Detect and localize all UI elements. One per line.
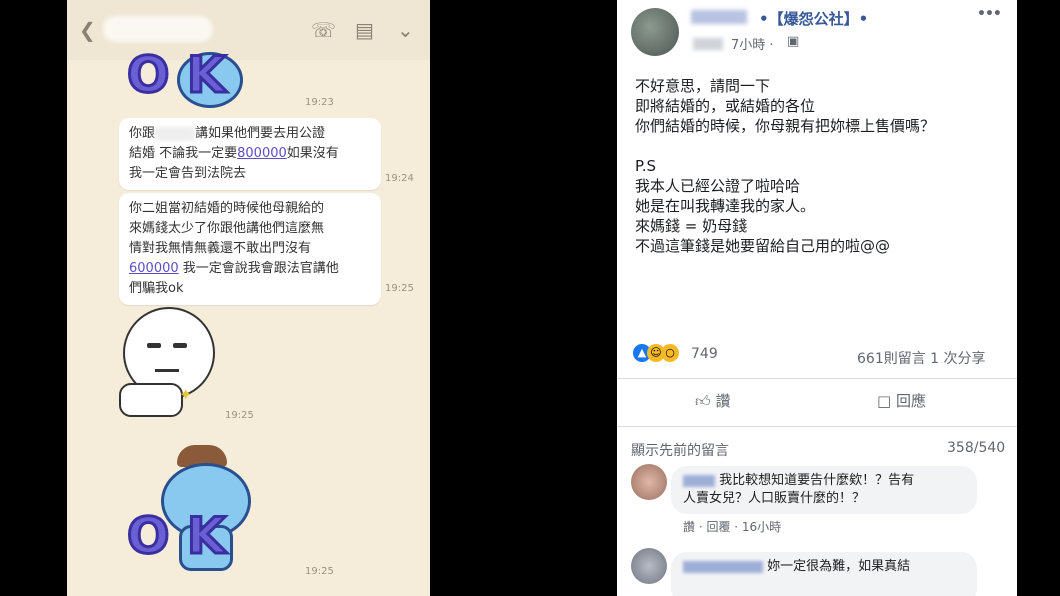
view-previous-comments-link[interactable]: 顯示先前的留言 — [631, 440, 729, 460]
more-options-icon[interactable]: ••• — [977, 6, 1002, 22]
like-label: 讚 — [715, 392, 731, 410]
sticker-ok-text: O K — [126, 45, 228, 106]
post-line: 不過這筆錢是她要留給自己用的啦@@ — [635, 237, 891, 255]
comment-text: 人賣女兒？人口販賣什麼的！？ — [683, 491, 866, 506]
blurred-commenter-name[interactable] — [683, 474, 715, 487]
post-line: 來媽錢 = 奶母錢 — [635, 217, 748, 235]
post-line: 你們結婚的時候，你母親有把妳標上售價嗎？ — [635, 117, 936, 135]
sparkle-icon: ✦ — [179, 385, 193, 404]
thumbs-up-icon: 👍︎ — [695, 392, 711, 410]
bubble-text: 如果沒有 — [286, 146, 339, 161]
notes-icon[interactable]: ▤ — [355, 18, 374, 42]
page-name-link[interactable]: •【爆怨公社】• — [759, 8, 868, 29]
post-line: 她是在叫我轉達我的家人。 — [635, 197, 816, 215]
comment-share-count[interactable]: 661則留言 1 次分享 — [857, 348, 986, 368]
bubble-text: 你跟 — [129, 126, 156, 141]
message-time: 19:25 — [225, 410, 254, 421]
sticker-koya-ok-2: O K — [125, 445, 295, 575]
chevron-down-icon[interactable]: ⌄ — [397, 18, 414, 42]
message-bubble-2: 你二姐當初結婚的時候他母親給的 來媽錢太少了你跟他講他們這麼無 情對我無情無義還… — [119, 193, 381, 305]
bubble-text: 們騙我ok — [129, 281, 184, 296]
post-line: P.S — [635, 157, 656, 175]
message-time: 19:25 — [385, 283, 414, 294]
sticker-koya-ok-1: O K — [126, 45, 287, 108]
post-line: 我本人已經公證了啦哈哈 — [635, 177, 801, 195]
bubble-text: 結婚 不論我一定要 — [129, 146, 238, 161]
back-icon[interactable]: ❮ — [79, 18, 96, 42]
bubble-text: 情對我無情無義還不敢出門沒有 — [129, 241, 312, 256]
speech-bubble-icon: □ — [877, 392, 892, 410]
reaction-count[interactable]: 749 — [691, 346, 718, 362]
blurred-commenter-name[interactable] — [683, 560, 763, 573]
message-time: 19:24 — [385, 173, 414, 184]
avatar[interactable] — [631, 8, 679, 56]
comment-counter: 358/540 — [947, 440, 1006, 456]
commenter-avatar[interactable] — [631, 464, 667, 500]
blurred-contact-name — [103, 16, 213, 42]
blurred-author-name — [691, 10, 747, 24]
audience-icon: ▣ — [787, 34, 800, 49]
sticker-thinking-face: ✦ — [119, 305, 219, 420]
comment-bubble-2: 妳一定很為難，如果真結 — [671, 552, 977, 596]
sticker-ok-text: O K — [126, 506, 228, 567]
reaction-icons[interactable]: ▲ ☺ ○ — [633, 344, 693, 364]
comment-label: 回應 — [895, 392, 926, 410]
facebook-post: •【爆怨公社】• ••• 7小時 · ▣ 不好意思，請問一下 即將結婚的，或結婚… — [617, 0, 1017, 596]
bubble-text: 我一定會說我會跟法官講他 — [182, 261, 339, 276]
post-time[interactable]: 7小時 · — [731, 34, 774, 53]
bubble-text: 你二姐當初結婚的時候他母親給的 — [129, 201, 325, 216]
divider — [617, 426, 1017, 427]
blurred-meta — [693, 38, 723, 50]
message-time: 19:23 — [305, 97, 334, 108]
commenter-avatar[interactable] — [631, 548, 667, 584]
post-line: 不好意思，請問一下 — [635, 77, 771, 95]
comment-text: 妳一定很為難，如果真結 — [767, 559, 911, 574]
post-line: 即將結婚的，或結婚的各位 — [635, 97, 816, 115]
message-bubble-1: 你跟 講如果他們要去用公證 結婚 不論我一定要800000如果沒有 我一定會告到法… — [119, 118, 381, 190]
chat-screenshot: ❮ ☏ ▤ ⌄ O K 19:23 你跟 講如果他們要去用公證 結婚 不論我一定要… — [67, 0, 430, 596]
phone-icon[interactable]: ☏ — [311, 18, 336, 42]
comment-bubble-1: 我比較想知道要告什麼欸！？告有 人賣女兒？人口販賣什麼的！？ — [671, 466, 977, 514]
comment-actions[interactable]: 讚 · 回覆 · 16小時 — [683, 518, 781, 535]
bubble-text: 我一定會告到法院去 — [129, 166, 247, 181]
amount-link[interactable]: 800000 — [237, 146, 287, 161]
comment-button[interactable]: □ 回應 — [877, 390, 926, 411]
amount-link[interactable]: 600000 — [129, 261, 179, 276]
bubble-text: 講如果他們要去用公證 — [195, 126, 326, 141]
like-button[interactable]: 👍︎ 讚 — [695, 390, 730, 411]
divider — [617, 378, 1017, 379]
wow-reaction-icon: ○ — [661, 344, 679, 362]
comment-text: 我比較想知道要告什麼欸！？告有 — [719, 473, 915, 488]
message-time: 19:25 — [305, 566, 334, 577]
bubble-text: 來媽錢太少了你跟他講他們這麼無 — [129, 221, 325, 236]
